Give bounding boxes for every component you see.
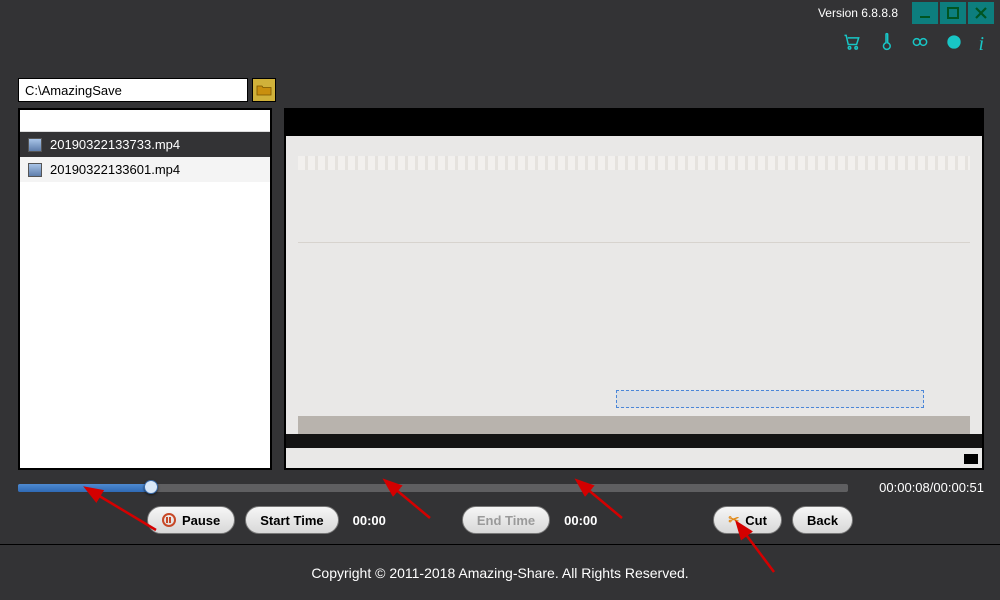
back-label: Back (807, 513, 838, 528)
total-time: 00:00:51 (933, 480, 984, 495)
copyright-text: Copyright © 2011-2018 Amazing-Share. All… (311, 565, 688, 581)
start-time-button[interactable]: Start Time (245, 506, 338, 534)
file-list-header (20, 110, 270, 132)
path-row (18, 78, 276, 102)
globe-icon[interactable] (944, 32, 964, 57)
pause-icon (162, 513, 176, 527)
preview-taskbar (298, 416, 970, 434)
video-preview (284, 108, 984, 470)
minimize-button[interactable] (912, 2, 938, 24)
file-item[interactable]: 20190322133601.mp4 (20, 157, 270, 182)
path-input[interactable] (18, 78, 248, 102)
start-time-value: 00:00 (353, 513, 386, 528)
pause-label: Pause (182, 513, 220, 528)
preview-selection (616, 390, 924, 408)
title-bar: Version 6.8.8.8 (0, 0, 1000, 26)
seek-slider[interactable] (18, 484, 848, 492)
scissors-icon: ✂ (728, 512, 739, 528)
pause-button[interactable]: Pause (147, 506, 235, 534)
preview-resize-corner (964, 454, 978, 464)
file-item[interactable]: 20190322133733.mp4 (20, 132, 270, 157)
end-time-label: End Time (477, 513, 535, 528)
preview-bottombar (286, 434, 982, 448)
cart-icon[interactable] (842, 32, 862, 57)
link-icon[interactable] (910, 32, 930, 57)
footer: Copyright © 2011-2018 Amazing-Share. All… (0, 544, 1000, 600)
seek-fill (18, 484, 151, 492)
back-button[interactable]: Back (792, 506, 853, 534)
toolbar: i (0, 26, 1000, 62)
thermometer-icon[interactable] (876, 32, 896, 57)
cut-label: Cut (745, 513, 767, 528)
close-button[interactable] (968, 2, 994, 24)
file-name: 20190322133601.mp4 (50, 162, 180, 177)
browse-folder-button[interactable] (252, 78, 276, 102)
video-file-icon (28, 138, 42, 152)
seek-thumb[interactable] (144, 480, 158, 494)
info-icon[interactable]: i (978, 33, 984, 56)
start-time-label: Start Time (260, 513, 323, 528)
controls-row: Pause Start Time 00:00 End Time 00:00 ✂ … (0, 506, 1000, 534)
current-time: 00:00:08 (879, 480, 930, 495)
file-list-panel: 20190322133733.mp4 20190322133601.mp4 (18, 108, 272, 470)
version-label: Version 6.8.8.8 (818, 6, 898, 20)
preview-ruler (298, 156, 970, 170)
maximize-button[interactable] (940, 2, 966, 24)
end-time-button[interactable]: End Time (462, 506, 550, 534)
time-display: 00:00:08/00:00:51 (879, 480, 984, 495)
video-file-icon (28, 163, 42, 177)
file-name: 20190322133733.mp4 (50, 137, 180, 152)
end-time-value: 00:00 (564, 513, 597, 528)
cut-button[interactable]: ✂ Cut (713, 506, 782, 534)
preview-titlebar (286, 110, 982, 136)
preview-divider (298, 242, 970, 243)
